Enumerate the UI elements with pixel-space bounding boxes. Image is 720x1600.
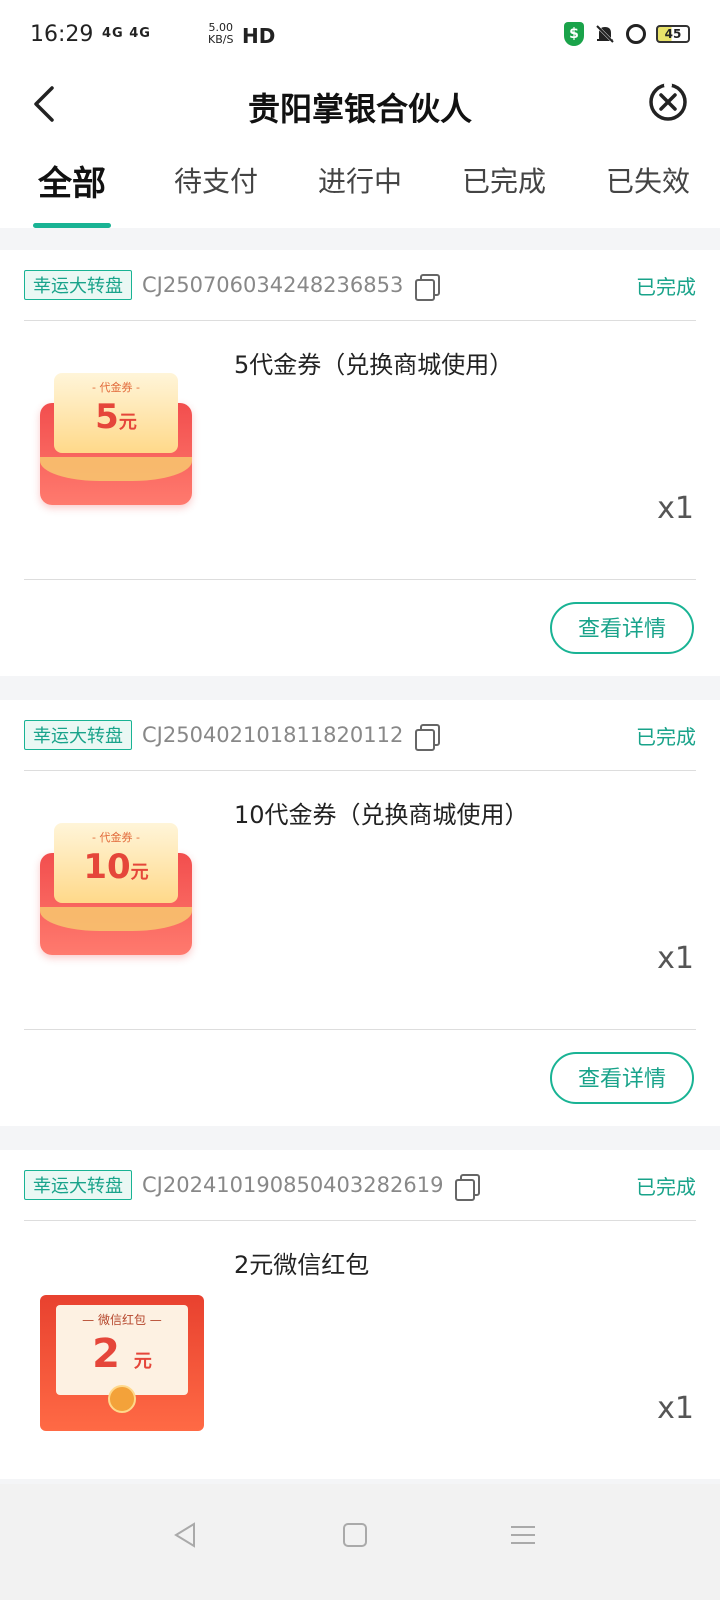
red-packet-value-unit: 元 — [133, 1351, 152, 1372]
order-list: 幸运大转盘 CJ250706034248236853 已完成 - 代金券 - 5… — [0, 250, 720, 1503]
activity-tag: 幸运大转盘 — [24, 270, 132, 300]
order-card: 幸运大转盘 CJ20241019085040328​2619 已完成 — 微信红… — [0, 1150, 720, 1479]
coupon-value-unit: 元 — [118, 412, 137, 433]
network-speed: 5.00 KB/S — [208, 22, 233, 46]
product-name: 2元微信红包 — [234, 1251, 370, 1279]
coupon-value-number: 10 — [83, 847, 131, 887]
system-navigation-bar — [0, 1484, 720, 1600]
security-shield-icon: $ — [564, 22, 584, 46]
product-quantity: x1 — [657, 1391, 694, 1426]
tab-in-progress[interactable]: 进行中 — [288, 140, 432, 228]
copy-icon[interactable] — [415, 274, 441, 301]
network-speed-unit: KB/S — [208, 33, 234, 46]
mute-bell-icon — [595, 24, 615, 44]
signal-icon: 4G 4G — [102, 26, 151, 41]
copy-icon[interactable] — [455, 1174, 481, 1201]
product-quantity: x1 — [657, 491, 694, 526]
order-item[interactable]: — 微信红包 — 2 元 2元微信红包 x1 — [24, 1221, 696, 1479]
order-status: 已完成 — [636, 1174, 696, 1199]
tab-completed[interactable]: 已完成 — [432, 140, 576, 228]
page-title: 贵阳掌银合伙人 — [247, 90, 472, 128]
order-tabs: 全部 待支付 进行中 已完成 已失效 — [0, 140, 720, 228]
coupon-paper: - 代金券 - 5元 — [54, 373, 178, 453]
red-packet-value-number: 2 — [92, 1331, 120, 1377]
coupon-value-unit: 元 — [130, 862, 149, 883]
coupon-value: 10元 — [54, 847, 178, 887]
order-number: CJ250402101811820112 — [142, 723, 404, 747]
nav-home-icon[interactable] — [340, 1520, 370, 1550]
wechat-seal-icon — [108, 1385, 136, 1413]
order-number: CJ20241019085040328​2619 — [142, 1173, 444, 1197]
status-time: 16:29 — [30, 22, 94, 47]
red-packet-paper: — 微信红包 — 2 元 — [56, 1305, 188, 1395]
order-footer: 查看详情 — [24, 1030, 696, 1126]
order-header: 幸运大转盘 CJ250706034248236853 已完成 — [24, 250, 696, 321]
red-packet-value: 2 元 — [56, 1331, 188, 1377]
order-item[interactable]: - 代金券 - 10元 10代金券（兑换商城使用） x1 — [24, 771, 696, 1030]
view-details-button[interactable]: 查看详情 — [550, 602, 694, 654]
order-status: 已完成 — [636, 274, 696, 299]
order-number: CJ250706034248236853 — [142, 273, 404, 297]
tab-all[interactable]: 全部 — [0, 140, 144, 228]
wechat-red-packet-thumbnail: — 微信红包 — 2 元 — [40, 1273, 204, 1431]
order-item[interactable]: - 代金券 - 5元 5代金券（兑换商城使用） x1 — [24, 321, 696, 580]
product-name: 10代金券（兑换商城使用） — [234, 801, 529, 829]
coupon-caption: - 代金券 - — [92, 831, 140, 844]
red-packet: — 微信红包 — 2 元 — [40, 1295, 204, 1431]
coupon-thumbnail: - 代金券 - 5元 — [40, 373, 192, 505]
order-status: 已完成 — [636, 724, 696, 749]
order-header: 幸运大转盘 CJ250402101811820112 已完成 — [24, 700, 696, 771]
order-card: 幸运大转盘 CJ250706034248236853 已完成 - 代金券 - 5… — [0, 250, 720, 676]
status-icons: $ 45 — [564, 22, 690, 46]
copy-icon[interactable] — [415, 724, 441, 751]
battery-icon: 45 — [656, 25, 690, 43]
product-quantity: x1 — [657, 941, 694, 976]
tab-expired[interactable]: 已失效 — [576, 140, 720, 228]
coupon-value: 5元 — [54, 397, 178, 437]
order-card: 幸运大转盘 CJ250402101811820112 已完成 - 代金券 - 1… — [0, 700, 720, 1126]
tab-pending-payment[interactable]: 待支付 — [144, 140, 288, 228]
nav-back-icon[interactable] — [170, 1520, 200, 1550]
coupon-value-number: 5 — [95, 397, 119, 437]
red-packet-caption: — 微信红包 — — [82, 1313, 162, 1327]
status-bar: 16:29 4G 4G 5.00 KB/S HD $ 45 — [0, 0, 720, 70]
close-miniprogram-icon[interactable] — [646, 80, 690, 124]
nav-menu-icon[interactable] — [508, 1520, 538, 1550]
hd-indicator: HD — [242, 24, 276, 48]
coupon-thumbnail: - 代金券 - 10元 — [40, 823, 192, 955]
activity-tag: 幸运大转盘 — [24, 720, 132, 750]
coupon-caption: - 代金券 - — [92, 381, 140, 394]
order-footer: 查看详情 — [24, 580, 696, 676]
coupon-paper: - 代金券 - 10元 — [54, 823, 178, 903]
order-header: 幸运大转盘 CJ20241019085040328​2619 已完成 — [24, 1150, 696, 1221]
app-header: 贵阳掌银合伙人 — [0, 70, 720, 140]
activity-tag: 幸运大转盘 — [24, 1170, 132, 1200]
alarm-icon — [626, 24, 646, 44]
product-name: 5代金券（兑换商城使用） — [234, 351, 514, 379]
view-details-button[interactable]: 查看详情 — [550, 1052, 694, 1104]
